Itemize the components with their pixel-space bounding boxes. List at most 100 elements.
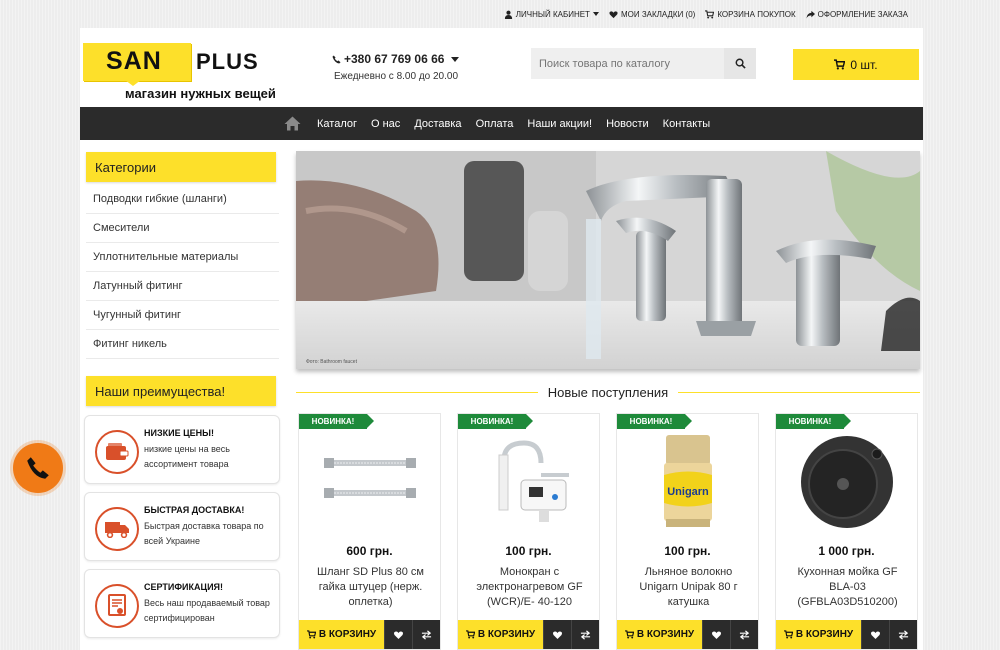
product-card[interactable]: НОВИНКА! 600 грн. Шланг SD Plus 80 см га… xyxy=(298,413,441,650)
category-item[interactable]: Уплотнительные материалы xyxy=(86,243,279,272)
product-image[interactable] xyxy=(474,432,584,532)
account-link[interactable]: ЛИЧНЫЙ КАБИНЕТ xyxy=(504,10,599,19)
nav-about[interactable]: О нас xyxy=(364,118,407,130)
cart-button[interactable]: 0 шт. xyxy=(793,49,919,80)
advantage-title: НИЗКИЕ ЦЕНЫ! xyxy=(144,428,214,438)
phone-number: +380 67 769 06 66 xyxy=(344,52,445,66)
account-link-label: ЛИЧНЫЙ КАБИНЕТ xyxy=(515,9,590,19)
heart-icon xyxy=(394,630,403,639)
flax-spool-image: Unigarn xyxy=(664,435,712,527)
banner-caption: Фото: Bathroom faucet xyxy=(306,359,358,365)
logo-tagline: магазин нужных вещей xyxy=(125,86,276,101)
chevron-down-icon xyxy=(592,12,599,16)
product-name[interactable]: Шланг SD Plus 80 см гайка штуцер (нерж. … xyxy=(307,565,434,610)
add-to-cart-label: В КОРЗИНУ xyxy=(795,629,854,640)
home-icon[interactable] xyxy=(284,114,304,134)
logo[interactable]: SAN PLUS магазин нужных вещей xyxy=(83,40,283,102)
product-card[interactable]: НОВИНКА! 1 000 грн. Кухонная мойка GF BL… xyxy=(775,413,918,650)
new-badge: НОВИНКА! xyxy=(458,414,533,429)
advantage-card: СЕРТИФИКАЦИЯ! Весь наш продаваемый товар… xyxy=(84,569,280,638)
hero-banner[interactable]: Фото: Bathroom faucet xyxy=(296,151,920,369)
heart-icon xyxy=(712,630,721,639)
advantage-card: НИЗКИЕ ЦЕНЫ! низкие цены на весь ассорти… xyxy=(84,415,280,484)
product-name[interactable]: Кухонная мойка GF BLA-03 (GFBLA03D510200… xyxy=(784,565,911,610)
product-image[interactable]: Unigarn xyxy=(633,432,743,532)
logo-plus: PLUS xyxy=(196,49,259,74)
advantage-text: Быстрая доставка товара по всей Украине xyxy=(144,521,264,546)
search-button[interactable] xyxy=(724,48,756,79)
truck-icon xyxy=(95,507,139,551)
heart-icon xyxy=(871,630,880,639)
add-to-cart-label: В КОРЗИНУ xyxy=(636,629,695,640)
bookmarks-link[interactable]: МОИ ЗАКЛАДКИ (0) xyxy=(609,10,695,19)
page-container: SAN PLUS магазин нужных вещей +380 67 76… xyxy=(80,28,923,650)
cart-icon xyxy=(705,9,715,19)
cart-count: 0 шт. xyxy=(850,57,878,72)
callback-button[interactable] xyxy=(13,443,63,493)
nav-catalog[interactable]: Каталог xyxy=(310,118,364,130)
nav-promotions[interactable]: Наши акции! xyxy=(520,118,599,130)
wishlist-button[interactable] xyxy=(384,620,412,649)
product-name[interactable]: Льняное волокно Unigarn Unipak 80 г кату… xyxy=(625,565,752,610)
heart-icon xyxy=(553,630,562,639)
wishlist-button[interactable] xyxy=(861,620,889,649)
product-price: 100 грн. xyxy=(505,544,552,558)
main-nav: Каталог О нас Доставка Оплата Наши акции… xyxy=(80,107,923,140)
compare-button[interactable] xyxy=(730,620,758,649)
checkout-link-label: ОФОРМЛЕНИЕ ЗАКАЗА xyxy=(817,9,908,19)
share-icon xyxy=(806,10,815,19)
category-item[interactable]: Смесители xyxy=(86,214,279,243)
search-input[interactable] xyxy=(531,48,724,79)
cart-icon xyxy=(624,630,634,639)
cart-link[interactable]: КОРЗИНА ПОКУПОК xyxy=(705,9,796,19)
add-to-cart-button[interactable]: В КОРЗИНУ xyxy=(776,620,861,649)
cart-icon xyxy=(834,59,846,70)
compare-icon xyxy=(421,629,432,640)
faucet-heater-image xyxy=(498,439,569,522)
faucet-photo: Фото: Bathroom faucet xyxy=(296,151,920,369)
cart-icon xyxy=(306,630,316,639)
compare-icon xyxy=(580,629,591,640)
cart-icon xyxy=(783,630,793,639)
wishlist-button[interactable] xyxy=(543,620,571,649)
product-image[interactable] xyxy=(792,432,902,532)
working-hours: Ежедневно с 8.00 до 20.00 xyxy=(334,71,459,82)
top-bar: ЛИЧНЫЙ КАБИНЕТ МОИ ЗАКЛАДКИ (0) КОРЗИНА … xyxy=(0,0,1000,28)
category-item[interactable]: Подводки гибкие (шланги) xyxy=(86,185,279,214)
compare-button[interactable] xyxy=(571,620,599,649)
product-actions: В КОРЗИНУ xyxy=(299,620,440,649)
compare-button[interactable] xyxy=(889,620,917,649)
phone-icon xyxy=(332,54,341,64)
category-item[interactable]: Чугунный фитинг xyxy=(86,301,279,330)
wishlist-button[interactable] xyxy=(702,620,730,649)
section-heading: Новые поступления xyxy=(296,384,920,402)
category-item[interactable]: Фитинг никель xyxy=(86,330,279,359)
nav-contacts[interactable]: Контакты xyxy=(656,118,718,130)
product-price: 100 грн. xyxy=(664,544,711,558)
section-title: Новые поступления xyxy=(537,385,679,400)
add-to-cart-label: В КОРЗИНУ xyxy=(477,629,536,640)
product-name[interactable]: Монокран с электронагревом GF (WCR)/E- 4… xyxy=(466,565,593,610)
checkout-link[interactable]: ОФОРМЛЕНИЕ ЗАКАЗА xyxy=(806,10,908,19)
product-card[interactable]: НОВИНКА! Unigarn 100 грн. Льняное волокн… xyxy=(616,413,759,650)
product-card[interactable]: НОВИНКА! 100 грн. Монокран с электронагр… xyxy=(457,413,600,650)
phone-icon xyxy=(27,457,49,479)
advantage-text: Весь наш продаваемый товар сертифицирова… xyxy=(144,598,270,623)
new-badge: НОВИНКА! xyxy=(299,414,374,429)
nav-news[interactable]: Новости xyxy=(599,118,656,130)
add-to-cart-button[interactable]: В КОРЗИНУ xyxy=(617,620,702,649)
chevron-down-icon xyxy=(451,56,460,62)
product-image[interactable] xyxy=(315,432,425,532)
phone-dropdown[interactable]: +380 67 769 06 66 xyxy=(332,52,472,66)
nav-payment[interactable]: Оплата xyxy=(469,118,521,130)
logo-badge: SAN xyxy=(83,43,191,81)
cart-link-label: КОРЗИНА ПОКУПОК xyxy=(717,9,796,19)
product-price: 600 грн. xyxy=(346,544,393,558)
compare-button[interactable] xyxy=(412,620,440,649)
category-item[interactable]: Латунный фитинг xyxy=(86,272,279,301)
bookmarks-link-label: МОИ ЗАКЛАДКИ (0) xyxy=(620,9,696,19)
hose-image xyxy=(324,458,416,498)
add-to-cart-button[interactable]: В КОРЗИНУ xyxy=(299,620,384,649)
add-to-cart-button[interactable]: В КОРЗИНУ xyxy=(458,620,543,649)
nav-delivery[interactable]: Доставка xyxy=(407,118,468,130)
